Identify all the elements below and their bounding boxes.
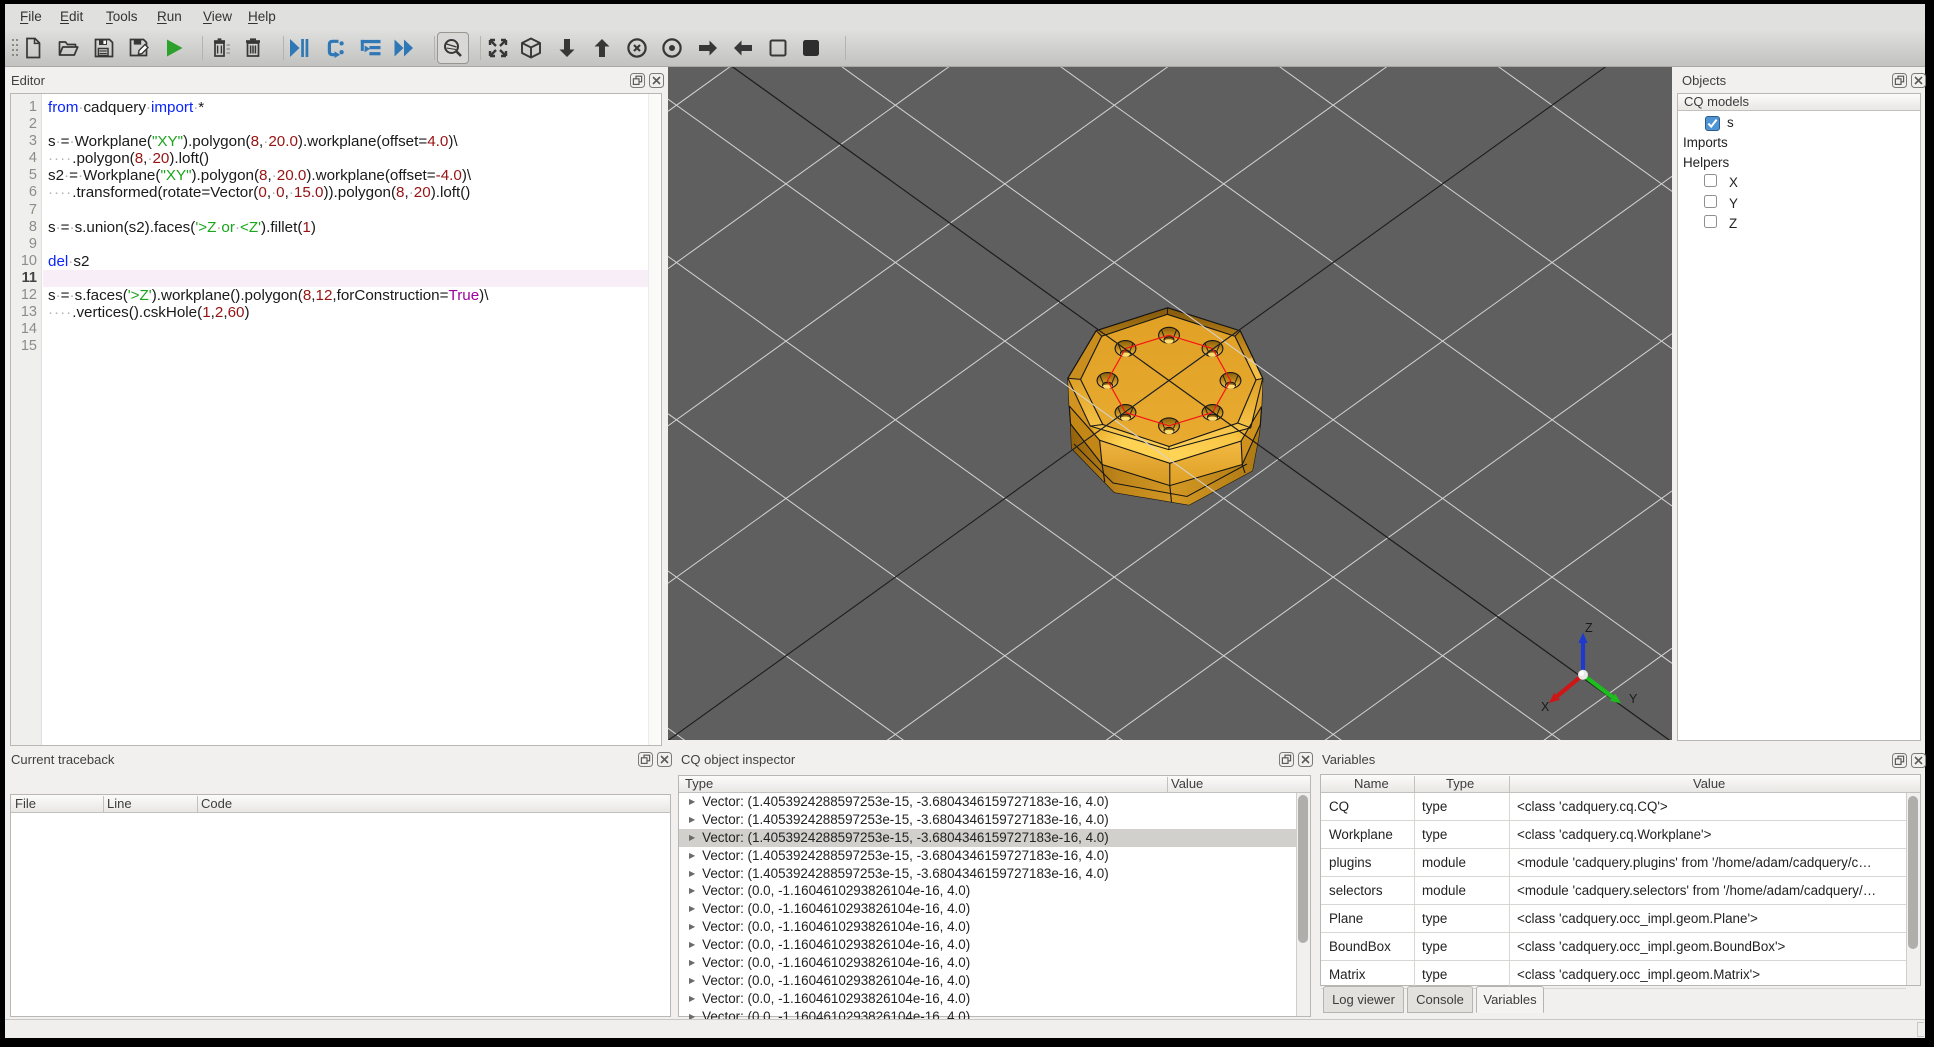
svg-text:X: X [1541, 700, 1550, 714]
svg-text:Z: Z [1585, 621, 1593, 635]
svg-text:Y: Y [1629, 692, 1638, 706]
